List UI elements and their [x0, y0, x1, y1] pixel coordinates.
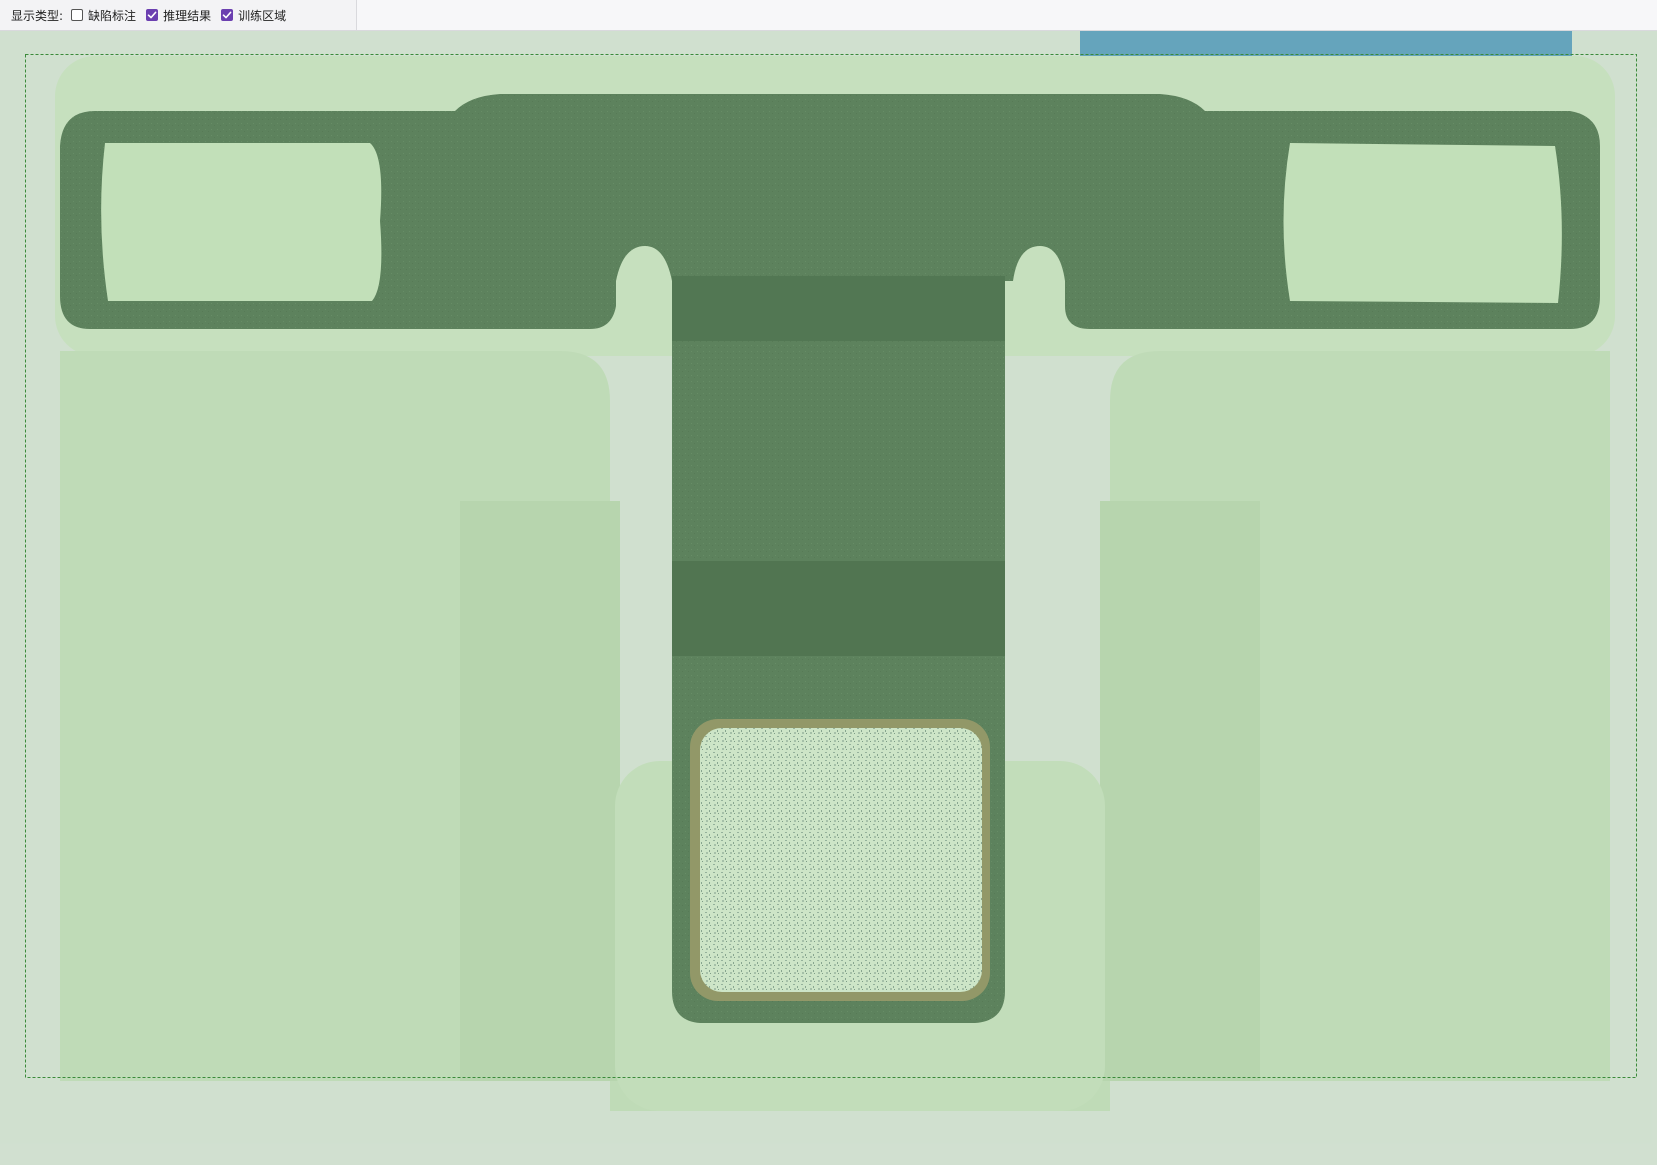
training-region-checkbox[interactable]: 训练区域 — [221, 7, 286, 24]
inspection-image — [0, 31, 1657, 1165]
check-icon — [222, 11, 232, 19]
inference-result-checkbox[interactable]: 推理结果 — [146, 7, 211, 24]
checkbox-label: 训练区域 — [238, 8, 287, 23]
checkbox-box[interactable] — [146, 9, 159, 21]
toolbar: 显示类型: 缺陷标注 推理结果 训练区域 — [0, 0, 1657, 31]
checkbox-label: 缺陷标注 — [88, 8, 137, 23]
display-type-bar: 显示类型: 缺陷标注 推理结果 训练区域 — [0, 0, 357, 30]
display-type-label: 显示类型: — [11, 8, 64, 23]
inference-overlay — [0, 31, 1657, 1165]
check-icon — [147, 11, 157, 19]
defect-annotation-checkbox[interactable]: 缺陷标注 — [71, 7, 136, 24]
checkbox-box[interactable] — [221, 9, 234, 21]
checkbox-label: 推理结果 — [163, 8, 212, 23]
image-viewer[interactable] — [0, 31, 1657, 1165]
checkbox-box[interactable] — [71, 9, 84, 21]
